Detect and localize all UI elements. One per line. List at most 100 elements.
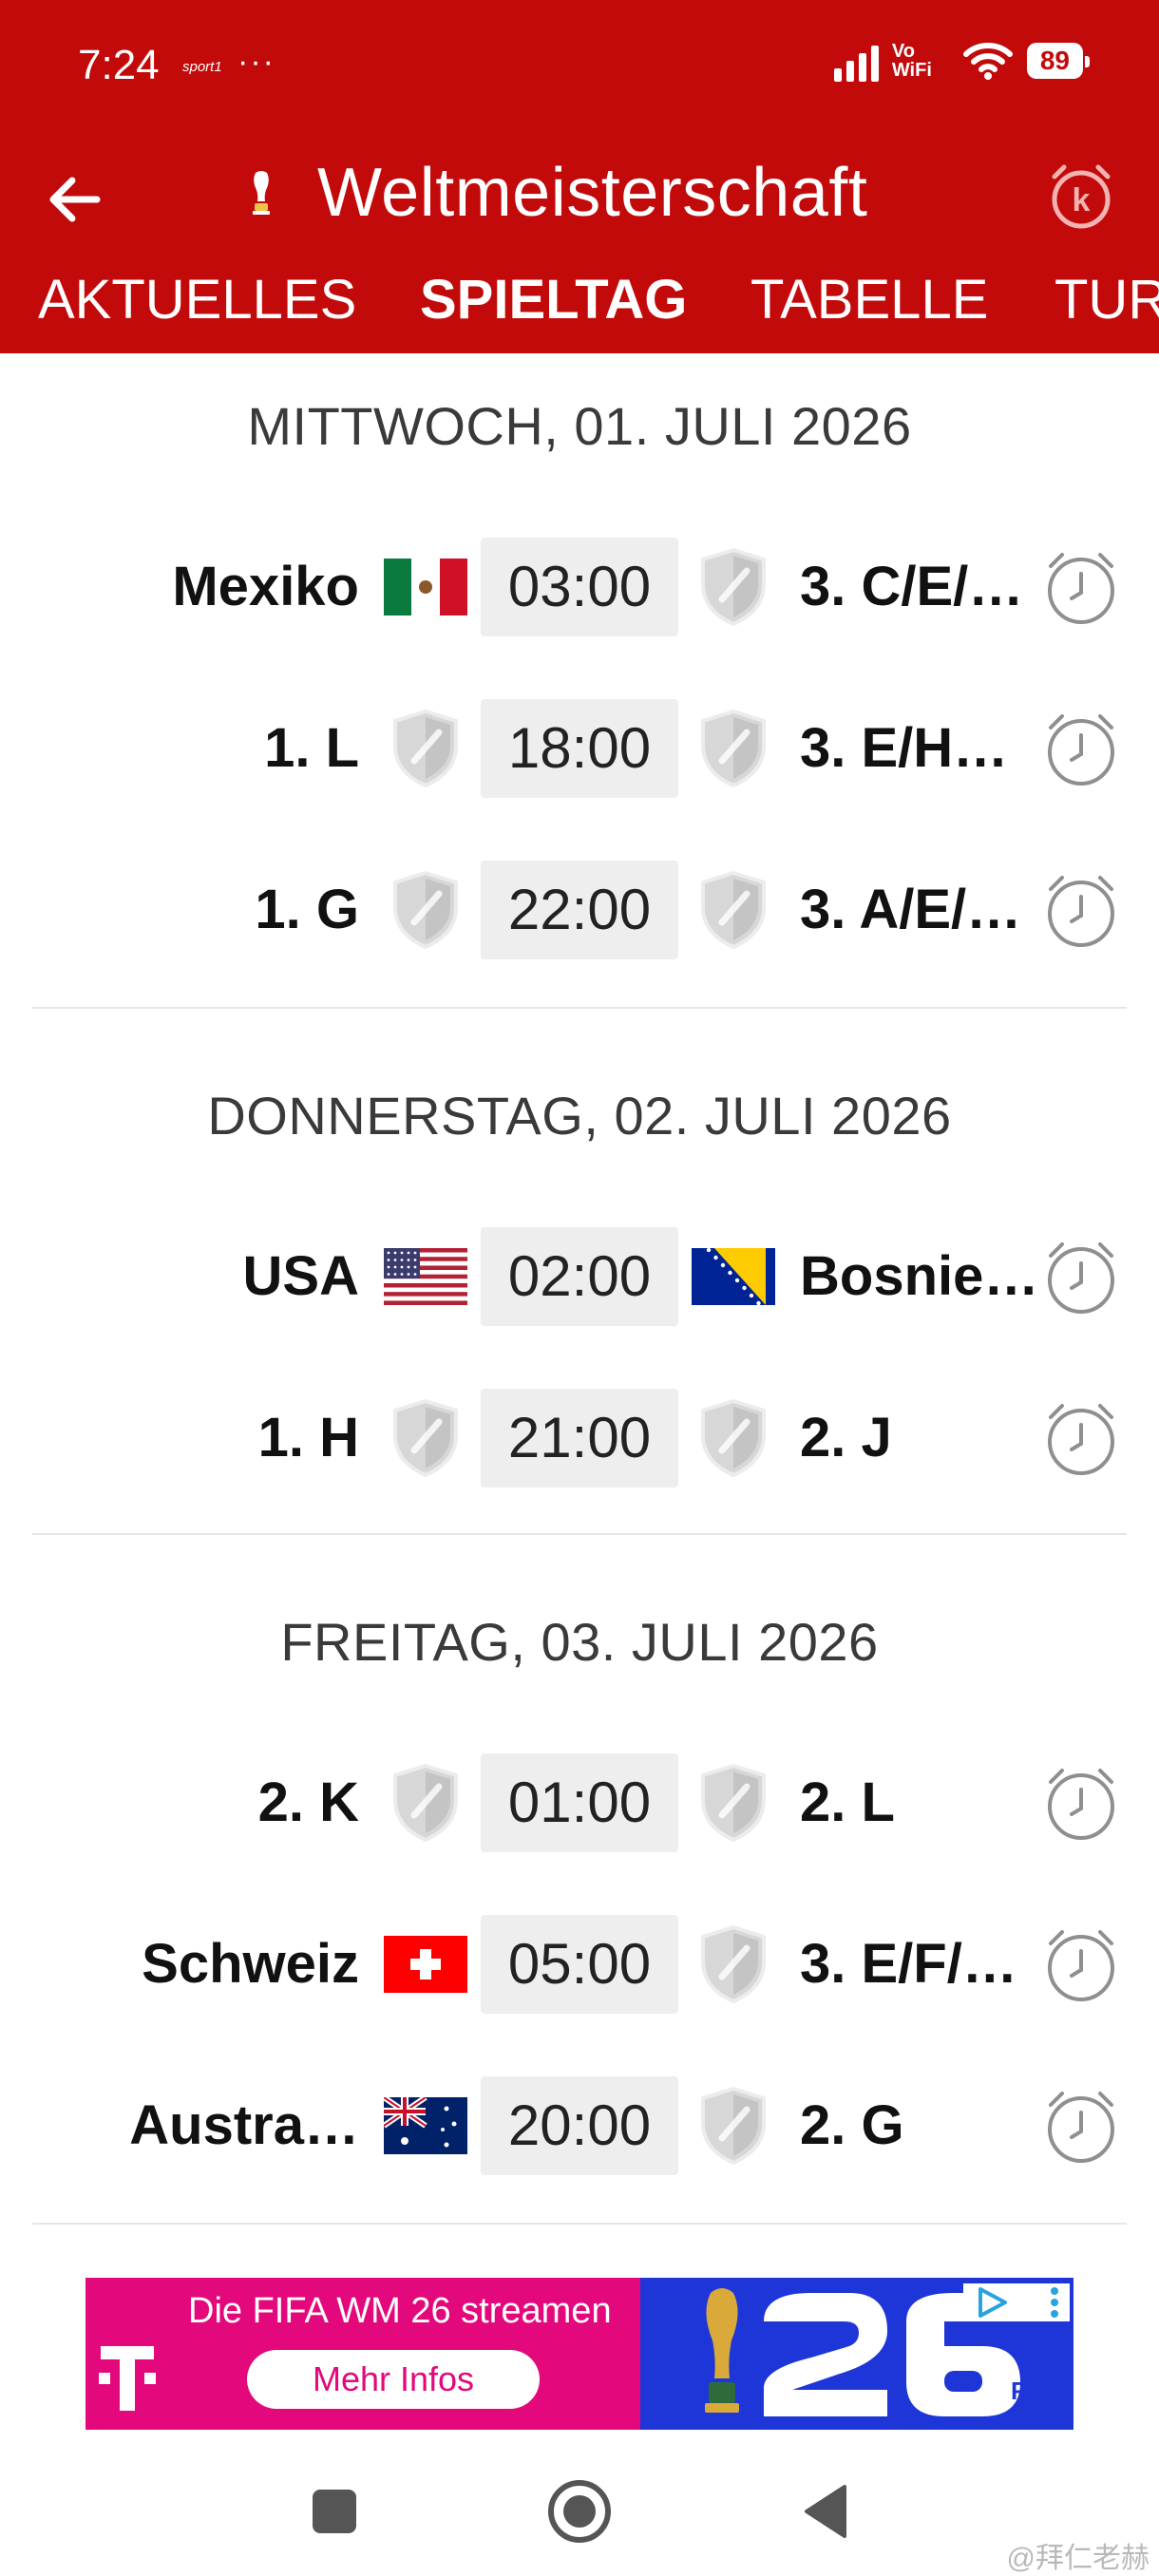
day-heading: FREITAG, 03. JULI 2026 — [280, 1612, 879, 1672]
ad-headline: Die FIFA WM 26 streamen — [188, 2291, 612, 2331]
telekom-logo-icon — [99, 2346, 156, 2411]
home-team-badge — [382, 2095, 469, 2156]
away-team-badge — [690, 709, 777, 788]
match-row[interactable]: Schweiz 05:00 3. E/F/… — [0, 1915, 1159, 2014]
home-team-badge — [382, 557, 469, 617]
kicker-logo-icon: k — [1052, 164, 1111, 229]
back-button[interactable] — [38, 161, 114, 237]
kickoff-time: 18:00 — [481, 699, 678, 798]
home-team-name: Austra… — [129, 2094, 359, 2156]
notification-sport1-icon: sport1 — [182, 59, 222, 75]
recents-button[interactable] — [296, 2473, 372, 2549]
match-row[interactable]: Austra… 20:00 2. G — [0, 2076, 1159, 2175]
placeholder-shield-icon — [701, 1924, 766, 2004]
flag-switzerland-icon — [384, 1936, 467, 1993]
alarm-clock-icon — [1048, 1930, 1114, 2001]
away-team-badge — [690, 1924, 777, 2004]
home-team-name: 1. G — [255, 879, 359, 940]
home-team-badge — [382, 1763, 469, 1843]
kickoff-time: 22:00 — [481, 861, 678, 959]
home-team-name: USA — [242, 1245, 359, 1307]
home-team-badge — [382, 870, 469, 950]
match-row[interactable]: 1. G 22:00 3. A/E/… — [0, 861, 1159, 959]
away-team-badge — [690, 1246, 777, 1307]
page-title: Weltmeisterschaft — [317, 155, 868, 231]
away-team-name: 3. E/H… — [800, 717, 1009, 779]
tab-aktuelles[interactable]: AKTUELLES — [38, 268, 356, 331]
away-team-name: 3. E/F/… — [800, 1933, 1017, 1995]
title-row: Weltmeisterschaft k — [0, 142, 1159, 247]
tab-bar: AKTUELLES SPIELTAG TABELLE TUR — [0, 268, 1159, 344]
match-row[interactable]: USA 02:00 Bosnie… — [0, 1227, 1159, 1326]
adchoices-icon — [978, 2287, 1058, 2318]
day-heading: MITTWOCH, 01. JULI 2026 — [247, 396, 912, 456]
placeholder-shield-icon — [701, 870, 766, 950]
away-team-badge — [690, 1398, 777, 1478]
placeholder-shield-icon — [393, 709, 458, 788]
set-reminder-button[interactable] — [1039, 1396, 1123, 1480]
watermark-text: @拜仁老赫 — [1006, 2543, 1150, 2574]
home-team-badge — [382, 1398, 469, 1478]
status-bar: 7:24 sport1 ··· Vo WiFi 89 — [0, 0, 1159, 133]
status-indicators: Vo WiFi 89 — [833, 40, 1091, 82]
placeholder-shield-icon — [701, 2086, 766, 2166]
flag-usa-icon — [384, 1248, 467, 1305]
placeholder-shield-icon — [701, 709, 766, 788]
status-time: 7:24 — [78, 42, 160, 88]
kickoff-time: 02:00 — [481, 1227, 678, 1326]
away-team-name: 2. G — [800, 2094, 904, 2156]
tab-spieltag[interactable]: SPIELTAG — [420, 268, 687, 331]
away-team-badge — [690, 547, 777, 627]
home-team-badge — [382, 1246, 469, 1307]
alarm-clock-icon — [1048, 2092, 1114, 2163]
flag-bosnia-icon — [692, 1248, 775, 1305]
kickoff-time: 20:00 — [481, 2076, 678, 2175]
set-reminder-button[interactable] — [1039, 868, 1123, 952]
ad-telekom-panel: Die FIFA WM 26 streamen Mehr Infos — [86, 2278, 640, 2430]
away-team-name: Bosnie… — [800, 1245, 1039, 1307]
away-team-badge — [690, 870, 777, 950]
square-icon — [313, 2490, 356, 2533]
app-header: 7:24 sport1 ··· Vo WiFi 89 Weltmeistersc… — [0, 0, 1159, 353]
match-row[interactable]: Mexiko 03:00 3. C/E/… — [0, 538, 1159, 636]
home-team-name: 1. H — [257, 1407, 359, 1468]
placeholder-shield-icon — [701, 1398, 766, 1478]
kicker-alarm-button[interactable]: k — [1041, 156, 1121, 236]
placeholder-shield-icon — [393, 870, 458, 950]
back-nav-button[interactable] — [787, 2473, 863, 2549]
match-row[interactable]: 1. H 21:00 2. J — [0, 1389, 1159, 1487]
home-team-name: Mexiko — [172, 556, 359, 617]
match-row[interactable]: 2. K 01:00 2. L — [0, 1753, 1159, 1852]
alarm-clock-icon — [1048, 553, 1114, 624]
triangle-back-icon — [805, 2485, 846, 2538]
adchoices-button[interactable] — [963, 2283, 1070, 2321]
match-row[interactable]: 1. L 18:00 3. E/H… — [0, 699, 1159, 798]
tab-turnier[interactable]: TUR — [1054, 268, 1159, 331]
fifa-label: FIFA — [1011, 2377, 1065, 2405]
tab-tabelle[interactable]: TABELLE — [750, 268, 988, 331]
placeholder-shield-icon — [393, 1763, 458, 1843]
set-reminder-button[interactable] — [1039, 1235, 1123, 1318]
away-team-name: 3. A/E/… — [800, 879, 1022, 940]
battery-indicator: 89 — [1026, 43, 1091, 79]
ad-banner[interactable]: Die FIFA WM 26 streamen Mehr Infos FIFA — [86, 2278, 1074, 2430]
home-team-name: Schweiz — [142, 1933, 359, 1995]
placeholder-shield-icon — [701, 1763, 766, 1843]
system-nav-bar — [0, 2432, 1159, 2576]
ad-more-info-button[interactable]: Mehr Infos — [247, 2350, 540, 2409]
wifi-icon — [962, 43, 1013, 80]
set-reminder-button[interactable] — [1039, 707, 1123, 790]
circle-icon — [548, 2480, 611, 2543]
home-team-badge — [382, 709, 469, 788]
home-team-name: 1. L — [264, 717, 359, 779]
home-button[interactable] — [542, 2473, 618, 2549]
away-team-name: 2. J — [800, 1407, 892, 1468]
alarm-clock-icon — [1048, 876, 1114, 947]
arrow-left-icon — [49, 177, 101, 222]
set-reminder-button[interactable] — [1039, 1923, 1123, 2006]
set-reminder-button[interactable] — [1039, 2084, 1123, 2168]
set-reminder-button[interactable] — [1039, 545, 1123, 629]
kickoff-time: 03:00 — [481, 538, 678, 636]
placeholder-shield-icon — [393, 1398, 458, 1478]
set-reminder-button[interactable] — [1039, 1761, 1123, 1845]
